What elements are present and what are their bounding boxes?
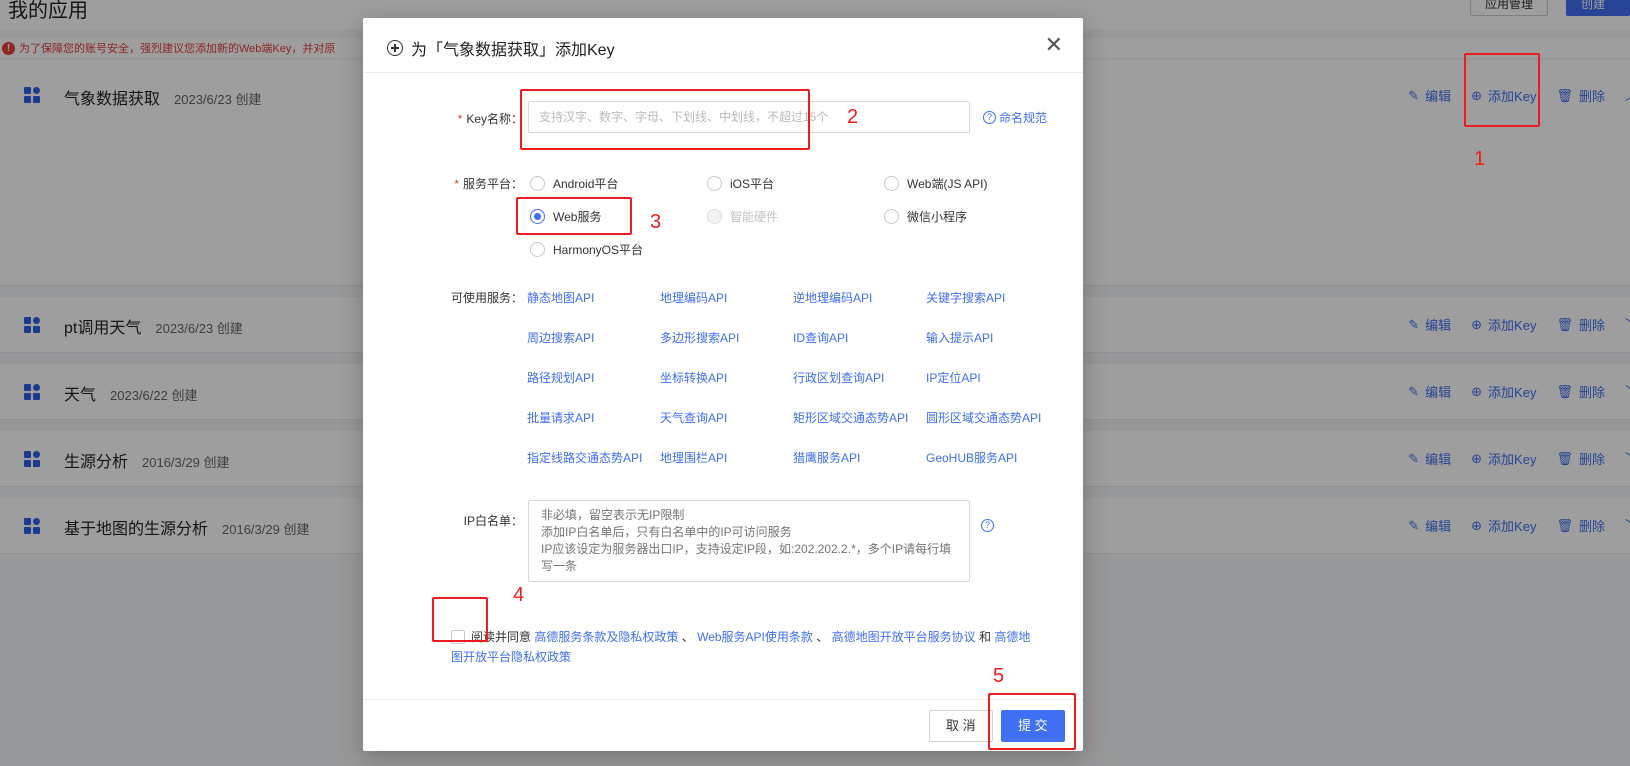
dialog-header: 为「气象数据获取」添加Key ✕ [363, 18, 1083, 73]
radio-smart-hardware: 智能硬件 [707, 208, 778, 225]
radio-web-js[interactable]: Web端(JS API) [884, 175, 987, 192]
annotation-number-1: 1 [1474, 148, 1486, 170]
service-link[interactable]: 静态地图API [527, 289, 594, 306]
radio-wechat-miniprogram[interactable]: 微信小程序 [884, 208, 967, 225]
agreement-line: 阅读并同意 高德服务条款及隐私权政策 、 Web服务API使用条款 、 高德地图… [451, 627, 1041, 667]
ip-help-icon[interactable]: ? [981, 519, 994, 532]
annotation-number-3: 3 [650, 211, 662, 233]
service-link[interactable]: 周边搜索API [527, 329, 594, 346]
key-name-label: * Key名称： [457, 112, 523, 126]
radio-ios[interactable]: iOS平台 [707, 175, 774, 192]
annotation-box-1 [1464, 53, 1540, 127]
annotation-box-2 [520, 89, 810, 150]
service-link[interactable]: ID查询API [793, 329, 848, 346]
close-icon[interactable]: ✕ [1045, 34, 1063, 56]
annotation-box-4 [432, 597, 488, 642]
service-link[interactable]: IP定位API [926, 369, 981, 386]
service-link[interactable]: 天气查询API [660, 409, 727, 426]
service-link[interactable]: 行政区划查询API [793, 369, 884, 386]
service-link[interactable]: GeoHUB服务API [926, 449, 1017, 466]
dialog-footer: 取 消 提 交 [363, 699, 1083, 751]
cancel-button[interactable]: 取 消 [929, 710, 993, 742]
service-link[interactable]: 猎鹰服务API [793, 449, 860, 466]
service-link[interactable]: 输入提示API [926, 329, 993, 346]
service-link[interactable]: 地理围栏API [660, 449, 727, 466]
naming-rule-link[interactable]: ? 命名规范 [983, 109, 1047, 126]
terms-link-3[interactable]: 高德地图开放平台服务协议 [832, 630, 976, 644]
radio-circle [707, 209, 722, 224]
radio-circle[interactable] [884, 176, 899, 191]
terms-link-1[interactable]: 高德服务条款及隐私权政策 [534, 630, 678, 644]
service-link[interactable]: 多边形搜索API [660, 329, 739, 346]
annotation-box-5 [988, 693, 1076, 750]
service-link[interactable]: 批量请求API [527, 409, 594, 426]
separator: 、 [816, 630, 829, 644]
radio-android[interactable]: Android平台 [530, 175, 618, 192]
radio-harmonyos[interactable]: HarmonyOS平台 [530, 241, 643, 258]
ip-whitelist-textarea[interactable] [528, 500, 970, 582]
separator: 、 [681, 630, 694, 644]
service-link[interactable]: 指定线路交通态势API [527, 449, 642, 466]
terms-link-2[interactable]: Web服务API使用条款 [697, 630, 813, 644]
dialog-title: 为「气象数据获取」添加Key [387, 36, 615, 60]
service-link[interactable]: 关键字搜索API [926, 289, 1005, 306]
radio-circle[interactable] [707, 176, 722, 191]
services-label: 可使用服务： [450, 291, 523, 305]
help-icon: ? [983, 111, 996, 124]
service-link[interactable]: 逆地理编码API [793, 289, 872, 306]
annotation-number-4: 4 [513, 584, 525, 606]
platform-label: * 服务平台： [454, 177, 523, 191]
ip-whitelist-label: IP白名单： [463, 514, 523, 528]
add-circle-icon [387, 40, 403, 56]
and-text: 和 [978, 630, 991, 644]
annotation-box-3 [516, 197, 632, 235]
radio-circle[interactable] [884, 209, 899, 224]
service-link[interactable]: 路径规划API [527, 369, 594, 386]
service-link[interactable]: 坐标转换API [660, 369, 727, 386]
radio-circle[interactable] [530, 242, 545, 257]
annotation-number-2: 2 [847, 106, 859, 128]
radio-circle[interactable] [530, 176, 545, 191]
annotation-number-5: 5 [993, 665, 1005, 687]
service-link[interactable]: 矩形区域交通态势API [793, 409, 908, 426]
service-link[interactable]: 圆形区域交通态势API [926, 409, 1041, 426]
service-link[interactable]: 地理编码API [660, 289, 727, 306]
